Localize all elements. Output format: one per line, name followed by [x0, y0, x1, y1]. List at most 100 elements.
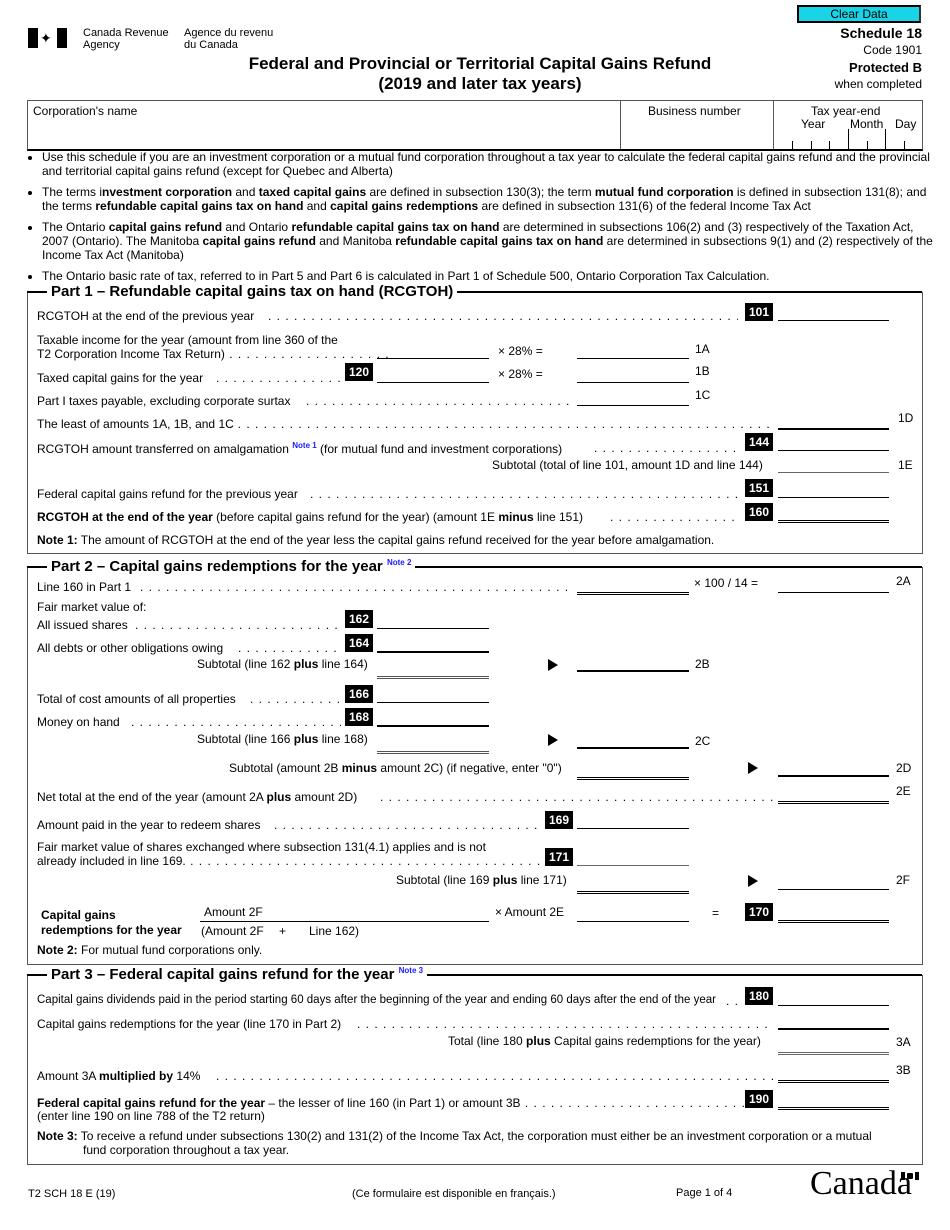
line190-input[interactable]	[778, 1091, 889, 1110]
line-code-166: 166	[345, 685, 374, 703]
line160-input[interactable]	[778, 504, 889, 523]
line-code-171: 171	[545, 848, 574, 866]
arrow-right-icon	[748, 875, 758, 887]
line151-input[interactable]	[778, 481, 889, 498]
form-code: Code 1901	[863, 43, 922, 57]
plus-bold: plus	[266, 790, 292, 804]
flag-logo: ✦	[28, 28, 68, 48]
instructions-list: Use this schedule if you are an investme…	[28, 150, 942, 290]
total-3a-label: Total (line 180 plus Capital gains redem…	[448, 1034, 761, 1048]
subtotal-2b-label: Subtotal (line 162 plus line 164)	[197, 657, 368, 671]
line-code-151: 151	[745, 479, 774, 497]
line-code-168: 168	[345, 708, 374, 726]
subtotal-2f-left-input[interactable]	[577, 875, 689, 894]
business-number-input[interactable]	[626, 125, 766, 141]
line-code-162: 162	[345, 610, 374, 628]
line171-text-2: already included in line 169.	[37, 854, 186, 868]
amount-3a-input[interactable]	[778, 1036, 889, 1055]
amount-2a-input[interactable]	[778, 576, 889, 593]
line166-label: Total of cost amounts of all properties	[37, 692, 236, 706]
corp-name-label: Corporation's name	[33, 104, 138, 118]
form-title: Federal and Provincial or Territorial Ca…	[200, 54, 760, 94]
line164-input[interactable]	[377, 635, 489, 653]
line-code-120: 120	[345, 363, 374, 381]
part3-title-text: Part 3 – Federal capital gains refund fo…	[51, 966, 395, 983]
line170-input[interactable]	[778, 904, 889, 923]
subtotal-text: Subtotal (line 166	[197, 732, 294, 746]
note1-reference[interactable]: Note 1	[292, 441, 316, 450]
cgr-part2-input[interactable]	[778, 1012, 889, 1030]
line162-input[interactable]	[377, 612, 489, 629]
line-ref-1d: 1D	[898, 411, 914, 425]
line101-input[interactable]	[778, 304, 889, 321]
form-title-line1: Federal and Provincial or Territorial Ca…	[248, 54, 712, 73]
total-text: Capital gains redemptions for the year)	[550, 1034, 761, 1048]
fraction-bar	[200, 921, 489, 922]
part3-title: Part 3 – Federal capital gains refund fo…	[47, 966, 428, 983]
note2-reference[interactable]: Note 2	[387, 558, 411, 567]
line168-label: Money on hand	[37, 715, 120, 729]
note3-label: Note 3:	[37, 1129, 78, 1143]
taxable-income-input[interactable]	[377, 342, 489, 359]
line171-input[interactable]	[577, 849, 689, 866]
note2: Note 2: For mutual fund corporations onl…	[37, 943, 262, 957]
minus-bold: minus	[498, 510, 534, 524]
denominator-b: Line 162)	[309, 924, 360, 938]
amount-1c-input[interactable]	[577, 389, 689, 406]
subtotal-2c-left-input[interactable]	[377, 735, 489, 754]
line160-carry-input[interactable]	[577, 576, 689, 595]
line-code-170: 170	[745, 903, 774, 921]
line169-input[interactable]	[577, 812, 689, 829]
amount-1e-input[interactable]	[778, 456, 889, 473]
line171-label: Fair market value of shares exchanged wh…	[37, 840, 550, 868]
subtotal-2b-left-input[interactable]	[377, 660, 489, 679]
arrow-right-icon	[548, 659, 558, 671]
corp-name-input[interactable]	[33, 125, 613, 141]
arrow-right-icon	[748, 762, 758, 774]
line-ref-2f: 2F	[896, 873, 911, 887]
part2-title: Part 2 – Capital gains redemptions for t…	[47, 558, 416, 575]
net-total-text: amount 2D)	[291, 790, 358, 804]
line-ref-3a: 3A	[896, 1035, 911, 1049]
line190-bold: Federal capital gains refund for the yea…	[37, 1096, 266, 1110]
equals-sign: =	[712, 906, 720, 920]
amount-2f-input[interactable]	[778, 873, 889, 890]
amount-3b-input[interactable]	[778, 1064, 889, 1083]
amount-1d-input[interactable]	[778, 412, 889, 430]
tax-year-end-cell[interactable]: Tax year-end Year Month Day	[774, 101, 922, 149]
line-ref-3b: 3B	[896, 1063, 911, 1077]
note3-reference[interactable]: Note 3	[399, 966, 423, 975]
line180-input[interactable]	[778, 989, 889, 1006]
amount-2c-input[interactable]	[577, 731, 689, 749]
subtotal-text: line 168)	[318, 732, 368, 746]
line166-input[interactable]	[377, 686, 489, 703]
flag-icon	[901, 1172, 921, 1180]
cgr-label-1: Capital gains	[41, 908, 116, 922]
amount-1b-input[interactable]	[577, 366, 689, 383]
line190-text: – the lesser of line 160 (in Part 1) or …	[265, 1096, 521, 1110]
amount-2b-input[interactable]	[577, 654, 689, 672]
line-code-160: 160	[745, 503, 774, 521]
line168-input[interactable]	[377, 709, 489, 727]
line120-input[interactable]	[377, 366, 489, 383]
line144-input[interactable]	[778, 434, 889, 451]
clear-data-button[interactable]: Clear Data	[797, 5, 921, 23]
plus-bold: plus	[526, 1034, 551, 1048]
subtotal-2d-left-input[interactable]	[577, 761, 689, 780]
amount-1a-input[interactable]	[577, 342, 689, 359]
line164-label: All debts or other obligations owing	[37, 641, 224, 655]
minus-bold: minus	[341, 761, 378, 775]
line144-text-2: (for mutual fund and investment corporat…	[320, 442, 563, 456]
amount-2e-mult-input[interactable]	[577, 905, 689, 922]
line160-label: RCGTOH at the end of the year (before ca…	[37, 510, 583, 524]
instruction-item: The terms investment corporation and tax…	[42, 185, 942, 213]
amount-2d-input[interactable]	[778, 759, 889, 777]
taxable-income-line1: Taxable income for the year (amount from…	[37, 333, 338, 347]
business-number-label: Business number	[648, 104, 741, 118]
total-text: Total (line 180	[448, 1034, 527, 1048]
line-code-180: 180	[745, 987, 774, 1005]
note2-label: Note 2:	[37, 943, 78, 957]
amount-2e-input[interactable]	[778, 785, 889, 804]
line169-label: Amount paid in the year to redeem shares	[37, 818, 261, 832]
note1-text: The amount of RCGTOH at the end of the y…	[77, 533, 715, 547]
